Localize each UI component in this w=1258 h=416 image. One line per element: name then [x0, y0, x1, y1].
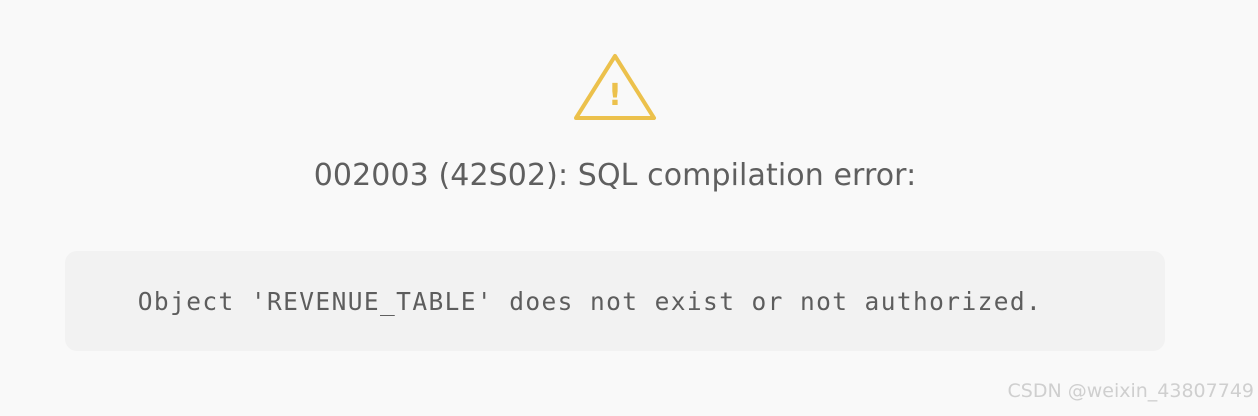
- error-detail-message: Object 'REVENUE_TABLE' does not exist or…: [137, 286, 1043, 316]
- watermark: CSDN @weixin_43807749: [1007, 380, 1255, 402]
- warning-exclamation: !: [608, 78, 622, 113]
- warning-icon: !: [572, 52, 658, 122]
- error-title: 002003 (42S02): SQL compilation error:: [313, 158, 917, 193]
- error-detail-box: Object 'REVENUE_TABLE' does not exist or…: [65, 251, 1165, 351]
